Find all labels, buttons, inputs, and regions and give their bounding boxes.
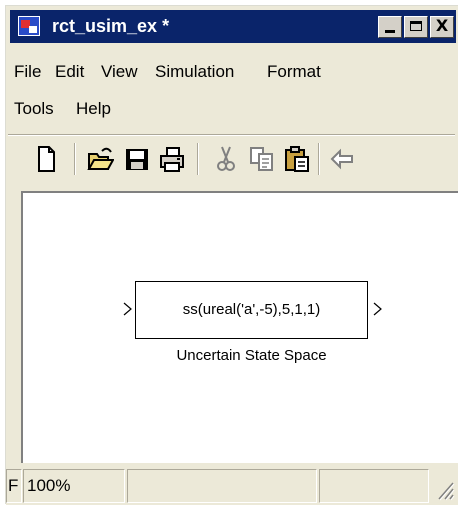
simulink-app-icon[interactable] (18, 16, 40, 36)
new-button[interactable] (32, 144, 60, 174)
status-cell-empty (319, 469, 429, 503)
paste-button[interactable] (283, 144, 311, 174)
menu-view[interactable]: View (101, 62, 138, 82)
maximize-button[interactable] (404, 16, 428, 38)
print-button[interactable] (158, 144, 186, 174)
open-button[interactable] (86, 144, 115, 174)
menu-tools[interactable]: Tools (14, 99, 54, 119)
back-button[interactable] (328, 144, 356, 174)
save-icon (126, 149, 148, 170)
zoom-level: 100% (27, 476, 71, 495)
status-cell-empty (127, 469, 317, 503)
open-icon (87, 147, 115, 170)
model-window: rct_usim_ex * X File Edit View Simulatio… (5, 5, 458, 505)
block-expression: ss(ureal('a',-5),5,1,1) (182, 301, 321, 318)
maximize-icon (410, 21, 422, 31)
menu-file[interactable]: File (14, 62, 41, 82)
minimize-icon (385, 30, 395, 33)
status-left-text: F (8, 476, 19, 495)
paste-icon (285, 146, 309, 172)
toolbar-separator (8, 134, 455, 136)
save-button[interactable] (123, 144, 151, 174)
toolbar-divider (197, 143, 199, 175)
toolbar-divider (318, 143, 320, 175)
block-input-port[interactable] (123, 302, 133, 316)
cut-icon (217, 146, 235, 171)
menu-format[interactable]: Format (267, 62, 321, 82)
print-icon (160, 147, 184, 172)
menu-edit[interactable]: Edit (55, 62, 84, 82)
block-output-port[interactable] (373, 302, 383, 316)
menu-simulation[interactable]: Simulation (155, 62, 234, 82)
app-icon-part (29, 26, 37, 33)
menu-help[interactable]: Help (76, 99, 111, 119)
window-title: rct_usim_ex * (52, 16, 170, 36)
status-cell-left: F (6, 469, 22, 503)
back-icon (330, 148, 353, 170)
status-bar: F 100% (6, 463, 458, 505)
block-name-label[interactable]: Uncertain State Space (135, 347, 368, 364)
model-canvas[interactable]: ss(ureal('a',-5),5,1,1) Uncertain State … (21, 191, 458, 463)
minimize-button[interactable] (378, 16, 402, 38)
new-icon (38, 146, 55, 172)
toolbar-divider (74, 143, 76, 175)
copy-icon (250, 147, 273, 171)
cut-button[interactable] (212, 144, 240, 174)
close-icon: X (435, 16, 449, 35)
title-bar[interactable]: rct_usim_ex * X (10, 10, 456, 43)
status-cell-zoom: 100% (23, 469, 125, 503)
copy-button[interactable] (248, 144, 276, 174)
resize-grip-icon[interactable] (433, 477, 455, 501)
uncertain-state-space-block[interactable]: ss(ureal('a',-5),5,1,1) (135, 281, 368, 339)
close-button[interactable]: X (430, 16, 454, 38)
